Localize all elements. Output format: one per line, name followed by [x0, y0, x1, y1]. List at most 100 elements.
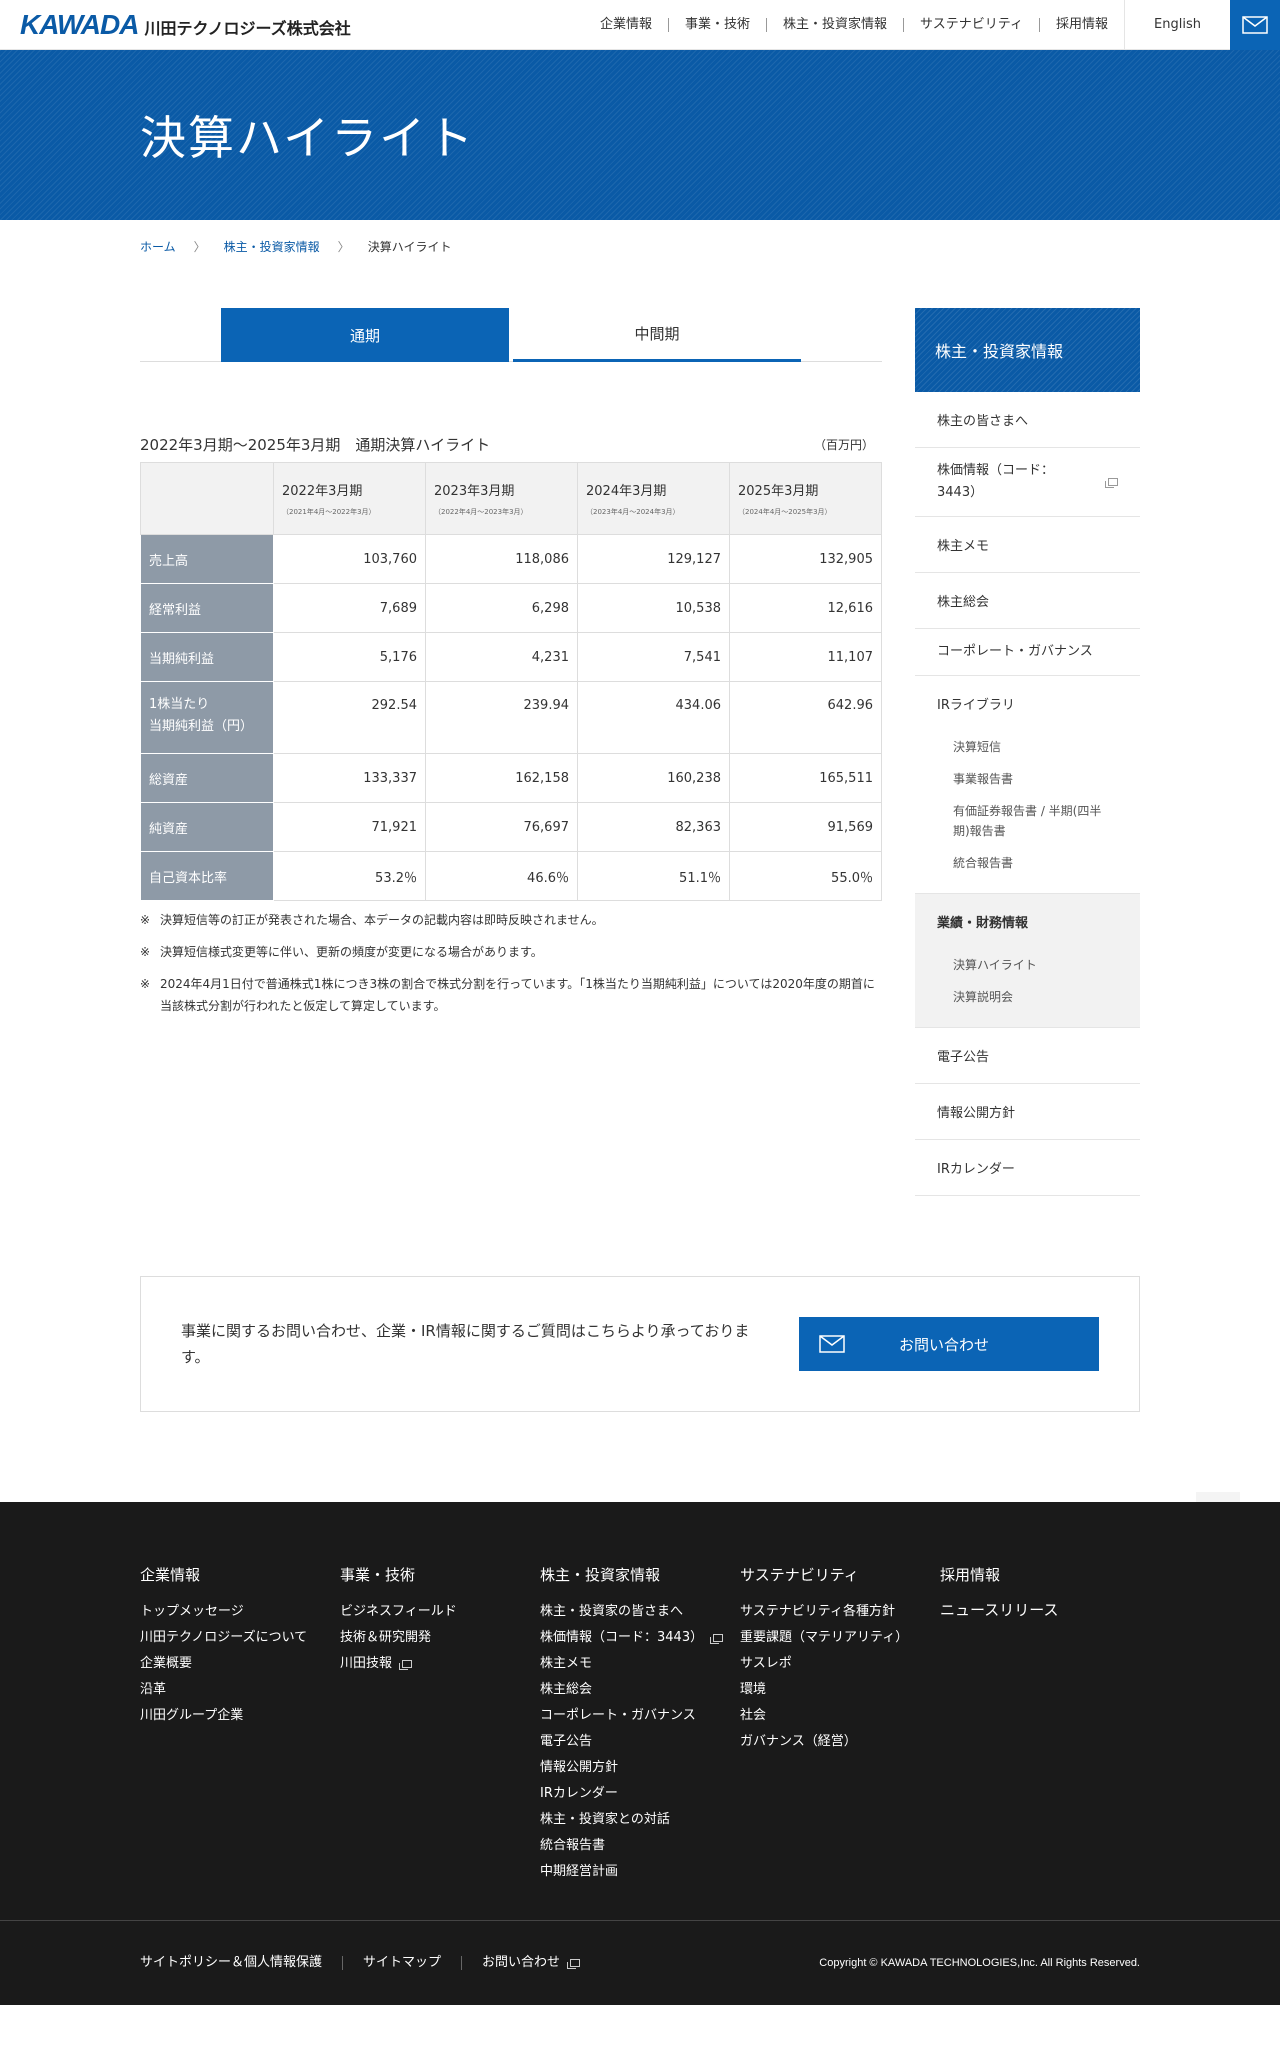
gnav-ir[interactable]: 株主・投資家情報: [767, 17, 905, 32]
footer-column-company: 企業情報 トップメッセージ 川田テクノロジーズについて 企業概要 沿革 川田グル…: [140, 1564, 340, 1885]
sidebar-item-label: 電子公告: [937, 1050, 990, 1065]
footer-link[interactable]: 企業概要: [140, 1651, 340, 1677]
row-label-line2: 当期純利益（円）: [149, 719, 254, 734]
note-text: 決算短信様式変更等に伴い、更新の頻度が変更になる場合があります。: [160, 945, 543, 959]
footer-link[interactable]: 環境: [740, 1677, 940, 1703]
footer-link-stock[interactable]: 株価情報（コード：3443）: [540, 1625, 740, 1651]
table-cell: 46.6％: [425, 851, 578, 901]
mail-icon: [1242, 15, 1268, 34]
footer-link[interactable]: 川田テクノロジーズについて: [140, 1625, 340, 1651]
table-row: 経常利益 7,689 6,298 10,538 12,616: [140, 583, 882, 633]
sidebar-sub-integrated-report[interactable]: 統合報告書: [915, 847, 1140, 879]
footer-link[interactable]: サスレポ: [740, 1651, 940, 1677]
breadcrumb-ir[interactable]: 株主・投資家情報: [224, 238, 320, 255]
breadcrumb-home[interactable]: ホーム: [140, 238, 176, 255]
row-label: 自己資本比率: [140, 851, 274, 901]
page-title: 決算ハイライト: [140, 111, 476, 165]
gnav-recruit[interactable]: 採用情報: [1040, 17, 1124, 32]
footer-link[interactable]: 電子公告: [540, 1729, 740, 1755]
footer-link-news[interactable]: ニュースリリース: [940, 1599, 1140, 1620]
footer-link[interactable]: 株主・投資家の皆さまへ: [540, 1599, 740, 1625]
footer-column-title[interactable]: 事業・技術: [340, 1564, 540, 1585]
sidebar-item-library[interactable]: IRライブラリ: [915, 676, 1140, 731]
header-contact-button[interactable]: [1230, 0, 1280, 50]
table-cell: 103,760: [273, 534, 426, 584]
sidebar-item-performance[interactable]: 業績・財務情報: [915, 894, 1140, 949]
note-item: ※ 2024年4月1日付で普通株式1株につき3株の割合で株式分割を行っています。「…: [140, 973, 882, 1017]
footer-link[interactable]: 技術＆研究開発: [340, 1625, 540, 1651]
sidebar-item-memo[interactable]: 株主メモ: [915, 517, 1140, 573]
footer-column-title[interactable]: サステナビリティ: [740, 1564, 940, 1585]
table-cell: 642.96: [729, 681, 882, 754]
table-row: 売上高 103,760 118,086 129,127 132,905: [140, 534, 882, 584]
table-row: 1株当たり 当期純利益（円） 292.54 239.94 434.06 642.9…: [140, 681, 882, 754]
footer-link[interactable]: トップメッセージ: [140, 1599, 340, 1625]
sidebar-item-notice[interactable]: 電子公告: [915, 1028, 1140, 1084]
column-header-label: 2022年3月期: [282, 484, 363, 499]
footer-link[interactable]: 統合報告書: [540, 1833, 740, 1859]
sidebar-item-disclosure[interactable]: 情報公開方針: [915, 1084, 1140, 1140]
sidebar-sub-business-report[interactable]: 事業報告書: [915, 763, 1140, 795]
footer-link[interactable]: 沿革: [140, 1677, 340, 1703]
sidebar-item-meeting[interactable]: 株主総会: [915, 573, 1140, 629]
sidebar-sub-securities-report[interactable]: 有価証券報告書 / 半期(四半期)報告書: [915, 795, 1140, 847]
sidebar-sub-highlights[interactable]: 決算ハイライト: [915, 949, 1140, 981]
period-tabs: 通期 中間期: [140, 308, 882, 362]
sidebar-group-library: IRライブラリ 決算短信 事業報告書 有価証券報告書 / 半期(四半期)報告書 …: [915, 676, 1140, 894]
sidebar-item-governance[interactable]: コーポレート・ガバナンス: [915, 629, 1140, 676]
gnav-company[interactable]: 企業情報: [584, 17, 669, 32]
contact-button[interactable]: お問い合わせ: [799, 1317, 1099, 1371]
footer-link-sitemap[interactable]: サイトマップ: [343, 1956, 463, 1970]
note-item: ※ 決算短信等の訂正が発表された場合、本データの記載内容は即時反映されません。: [140, 909, 882, 931]
footer-link[interactable]: 重要課題（マテリアリティ）: [740, 1625, 940, 1651]
footer-link-contact[interactable]: お問い合わせ: [462, 1956, 600, 1970]
tab-annual[interactable]: 通期: [221, 308, 509, 362]
gnav-business[interactable]: 事業・技術: [669, 17, 767, 32]
footer-link[interactable]: 株主総会: [540, 1677, 740, 1703]
english-link[interactable]: English: [1124, 0, 1230, 50]
footer-link[interactable]: コーポレート・ガバナンス: [540, 1703, 740, 1729]
footer-link[interactable]: 情報公開方針: [540, 1755, 740, 1781]
footer-link[interactable]: 株主・投資家との対話: [540, 1807, 740, 1833]
footer-link[interactable]: ガバナンス（経営）: [740, 1729, 940, 1755]
sidebar-item-stock[interactable]: 株価情報（コード：3443）: [915, 448, 1140, 517]
chevron-right-icon: 〉: [193, 239, 206, 254]
gnav-sustainability[interactable]: サステナビリティ: [904, 17, 1040, 32]
table-cell: 239.94: [425, 681, 578, 754]
table-corner-cell: [140, 462, 274, 535]
column-header-label: 2025年3月期: [738, 484, 819, 499]
footer-link[interactable]: IRカレンダー: [540, 1781, 740, 1807]
sidebar-sub-briefing[interactable]: 決算説明会: [915, 981, 1140, 1013]
footer-link[interactable]: 株主メモ: [540, 1651, 740, 1677]
footer-link[interactable]: 社会: [740, 1703, 940, 1729]
footer-link[interactable]: 中期経営計画: [540, 1859, 740, 1885]
sidebar-sub-tanshin[interactable]: 決算短信: [915, 731, 1140, 763]
footer-link-policy[interactable]: サイトポリシー＆個人情報保護: [140, 1956, 344, 1970]
table-cell: 10,538: [577, 583, 730, 633]
site-logo[interactable]: KAWADA 川田テクノロジーズ株式会社: [20, 9, 351, 41]
column-header-period: （2024年4月～2025年3月）: [738, 508, 832, 516]
table-cell: 71,921: [273, 802, 426, 852]
sidebar-item-label: IRカレンダー: [937, 1162, 1015, 1177]
footer-link[interactable]: 川田グループ企業: [140, 1703, 340, 1729]
note-mark: ※: [140, 913, 151, 927]
sidebar-title[interactable]: 株主・投資家情報: [915, 308, 1140, 392]
sidebar-item-label: コーポレート・ガバナンス: [937, 644, 1093, 659]
tab-interim[interactable]: 中間期: [513, 308, 801, 362]
footer-link[interactable]: サステナビリティ各種方針: [740, 1599, 940, 1625]
table-cell: 7,689: [273, 583, 426, 633]
sidebar-item-calendar[interactable]: IRカレンダー: [915, 1140, 1140, 1196]
sidebar-group-performance: 業績・財務情報 決算ハイライト 決算説明会: [915, 894, 1140, 1028]
site-footer: 企業情報 トップメッセージ 川田テクノロジーズについて 企業概要 沿革 川田グル…: [0, 1502, 1280, 2005]
breadcrumb: ホーム 〉 株主・投資家情報 〉 決算ハイライト: [140, 236, 1280, 256]
sidebar-item-greeting[interactable]: 株主の皆さまへ: [915, 392, 1140, 448]
table-cell: 118,086: [425, 534, 578, 584]
footer-column-title[interactable]: 採用情報: [940, 1564, 1140, 1585]
footer-link-kawada-giho[interactable]: 川田技報: [340, 1651, 540, 1677]
external-link-icon: [399, 1660, 413, 1670]
row-label: 純資産: [140, 802, 274, 852]
footer-column-title[interactable]: 企業情報: [140, 1564, 340, 1585]
footer-link[interactable]: ビジネスフィールド: [340, 1599, 540, 1625]
footer-column-title[interactable]: 株主・投資家情報: [540, 1564, 740, 1585]
column-header-period: （2021年4月～2022年3月）: [282, 508, 376, 516]
